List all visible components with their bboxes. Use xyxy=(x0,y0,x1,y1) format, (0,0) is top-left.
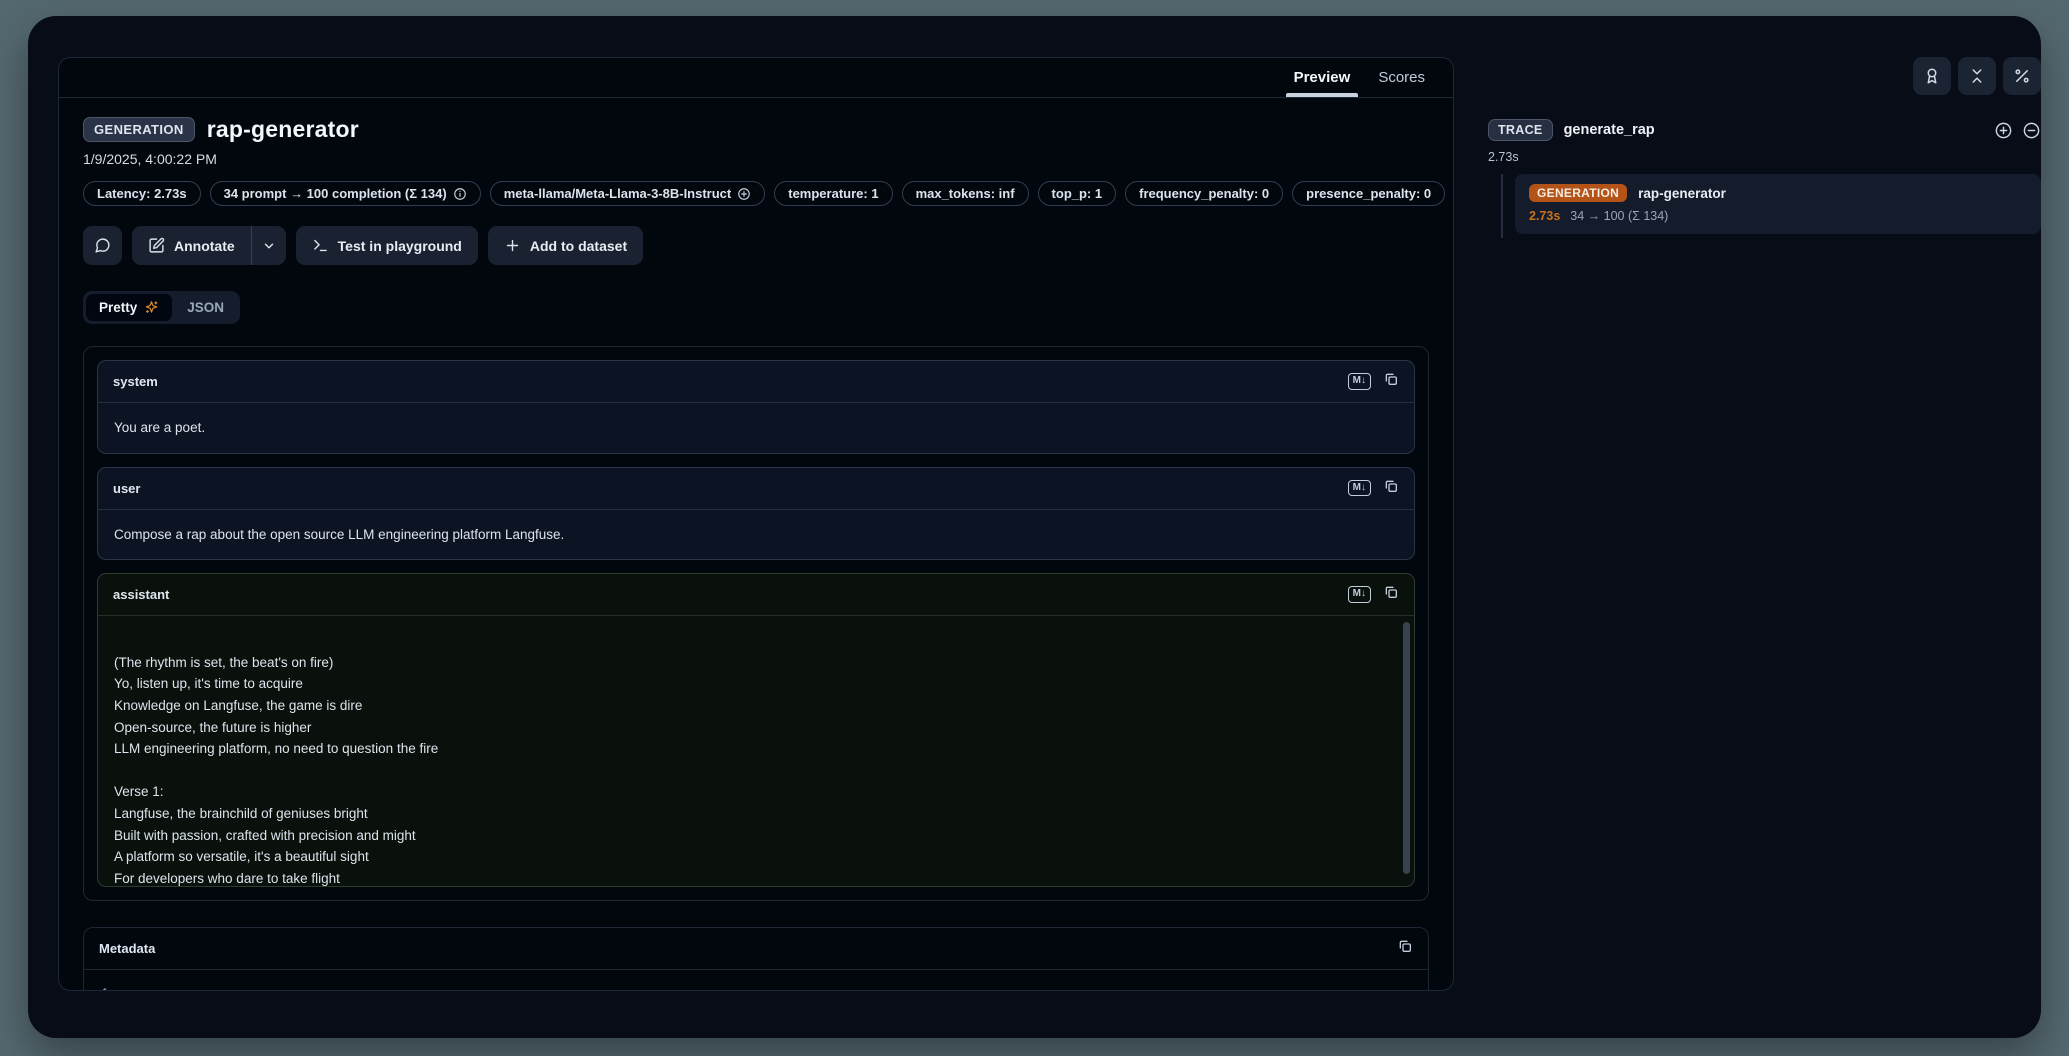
metadata-json: { category: "rap" } xyxy=(84,970,1428,990)
top-p-badge: top_p: 1 xyxy=(1038,181,1117,206)
user-message-header: user M↓ xyxy=(98,468,1414,510)
markdown-toggle-icon[interactable]: M↓ xyxy=(1348,373,1371,390)
add-to-dataset-label: Add to dataset xyxy=(530,238,627,254)
annotate-dropdown-button[interactable] xyxy=(252,226,286,265)
tree-tools xyxy=(1994,121,2041,140)
info-icon xyxy=(453,187,467,201)
chevron-down-icon xyxy=(262,239,276,253)
percent-icon xyxy=(2013,67,2031,85)
markdown-toggle-icon[interactable]: M↓ xyxy=(1348,586,1371,603)
tab-preview-label: Preview xyxy=(1294,69,1351,86)
user-role-label: user xyxy=(113,481,140,496)
pretty-view-toggle[interactable]: Pretty xyxy=(86,294,172,321)
user-message-content: Compose a rap about the open source LLM … xyxy=(98,510,1414,560)
message-actions: M↓ xyxy=(1348,371,1399,392)
test-in-playground-button[interactable]: Test in playground xyxy=(296,226,478,265)
plus-circle-icon xyxy=(737,187,751,201)
temperature-badge: temperature: 1 xyxy=(774,181,892,206)
trace-root-row[interactable]: TRACE generate_rap xyxy=(1488,119,2041,141)
sidebar-actions xyxy=(1488,57,2041,95)
json-view-label: JSON xyxy=(187,300,224,315)
edit-icon xyxy=(148,237,165,254)
generation-type-badge: GENERATION xyxy=(1529,184,1627,202)
trace-name: generate_rap xyxy=(1564,122,1655,138)
scores-award-button[interactable] xyxy=(1913,57,1951,95)
message-actions: M↓ xyxy=(1348,584,1399,605)
presence-penalty-badge: presence_penalty: 0 xyxy=(1292,181,1445,206)
page-title: rap-generator xyxy=(207,116,359,143)
metadata-card: Metadata { category: xyxy=(83,927,1429,990)
input-output-card: system M↓ You are a poet. user xyxy=(83,346,1429,901)
sparkles-icon xyxy=(144,300,159,315)
latency-badge: Latency: 2.73s xyxy=(83,181,201,206)
trace-type-badge: TRACE xyxy=(1488,119,1553,141)
plus-icon xyxy=(504,237,521,254)
collapse-all-icon[interactable] xyxy=(2022,121,2041,140)
model-badge[interactable]: meta-llama/Meta-Llama-3-8B-Instruct xyxy=(490,181,766,206)
copy-icon[interactable] xyxy=(1397,938,1413,959)
generation-node-latency: 2.73s xyxy=(1529,209,1560,223)
collapse-panel-button[interactable] xyxy=(1958,57,1996,95)
token-usage-badge[interactable]: 34 prompt → 100 completion (Σ 134) xyxy=(210,181,481,206)
annotate-button[interactable]: Annotate xyxy=(132,226,251,265)
generation-node-selected[interactable]: GENERATION rap-generator 2.73s 34 → 100 … xyxy=(1515,174,2041,234)
comment-icon xyxy=(94,237,111,254)
json-view-toggle[interactable]: JSON xyxy=(174,294,237,321)
metadata-header: Metadata xyxy=(84,928,1428,970)
fold-vertical-icon xyxy=(1968,67,1986,85)
system-message-content: You are a poet. xyxy=(98,403,1414,453)
generation-node-tokens: 34 → 100 (Σ 134) xyxy=(1570,209,1668,223)
frequency-penalty-badge: frequency_penalty: 0 xyxy=(1125,181,1283,206)
observation-header: GENERATION rap-generator xyxy=(83,116,1429,143)
observation-timestamp: 1/9/2025, 4:00:22 PM xyxy=(83,151,1429,167)
system-message-header: system M↓ xyxy=(98,361,1414,403)
tab-preview[interactable]: Preview xyxy=(1280,58,1365,97)
scrollbar-thumb[interactable] xyxy=(1403,622,1410,874)
system-message-box: system M↓ You are a poet. xyxy=(97,360,1415,454)
expand-all-icon[interactable] xyxy=(1994,121,2013,140)
assistant-message-content: (The rhythm is set, the beat's on fire) … xyxy=(98,616,1414,886)
comment-button[interactable] xyxy=(83,226,122,265)
action-toolbar: Annotate Test in playground xyxy=(83,226,1429,265)
tab-scores-label: Scores xyxy=(1378,69,1425,86)
copy-icon[interactable] xyxy=(1383,371,1399,392)
test-in-playground-label: Test in playground xyxy=(338,238,462,254)
user-message-box: user M↓ Compose a rap about the open sou… xyxy=(97,467,1415,561)
observation-tree: GENERATION rap-generator 2.73s 34 → 100 … xyxy=(1488,174,2041,234)
add-to-dataset-button[interactable]: Add to dataset xyxy=(488,226,643,265)
json-open-brace: { xyxy=(100,984,108,990)
terminal-icon xyxy=(312,237,329,254)
annotate-split-button: Annotate xyxy=(132,226,286,265)
trace-tree-sidebar: TRACE generate_rap 2.73s GENERATION rap-… xyxy=(1488,57,2041,234)
tree-guide-line xyxy=(1501,174,1503,238)
view-mode-toggle: Pretty JSON xyxy=(83,291,240,324)
generation-node-name: rap-generator xyxy=(1638,186,1726,201)
max-tokens-badge: max_tokens: inf xyxy=(902,181,1029,206)
collapse-chevron-icon[interactable] xyxy=(112,988,124,990)
assistant-message-header: assistant M↓ xyxy=(98,574,1414,616)
copy-icon[interactable] xyxy=(1383,584,1399,605)
observation-attribute-badges: Latency: 2.73s 34 prompt → 100 completio… xyxy=(83,181,1429,206)
observation-content: GENERATION rap-generator 1/9/2025, 4:00:… xyxy=(59,98,1453,990)
tab-bar: Preview Scores xyxy=(59,58,1453,98)
tab-scores[interactable]: Scores xyxy=(1364,58,1439,97)
observation-type-badge: GENERATION xyxy=(83,117,195,142)
metadata-actions xyxy=(1397,938,1413,959)
pretty-view-label: Pretty xyxy=(99,300,137,315)
app-window: Preview Scores GENERATION rap-generator … xyxy=(28,16,2041,1038)
metadata-title: Metadata xyxy=(99,941,155,956)
assistant-message-box: assistant M↓ (The rhythm is set, the bea… xyxy=(97,573,1415,887)
assistant-role-label: assistant xyxy=(113,587,169,602)
trace-latency: 2.73s xyxy=(1488,150,2041,164)
annotate-button-label: Annotate xyxy=(174,238,235,254)
message-actions: M↓ xyxy=(1348,478,1399,499)
copy-icon[interactable] xyxy=(1383,478,1399,499)
award-icon xyxy=(1923,67,1941,85)
metrics-percent-button[interactable] xyxy=(2003,57,2041,95)
markdown-toggle-icon[interactable]: M↓ xyxy=(1348,480,1371,497)
system-role-label: system xyxy=(113,374,158,389)
observation-detail-panel: Preview Scores GENERATION rap-generator … xyxy=(58,57,1454,991)
